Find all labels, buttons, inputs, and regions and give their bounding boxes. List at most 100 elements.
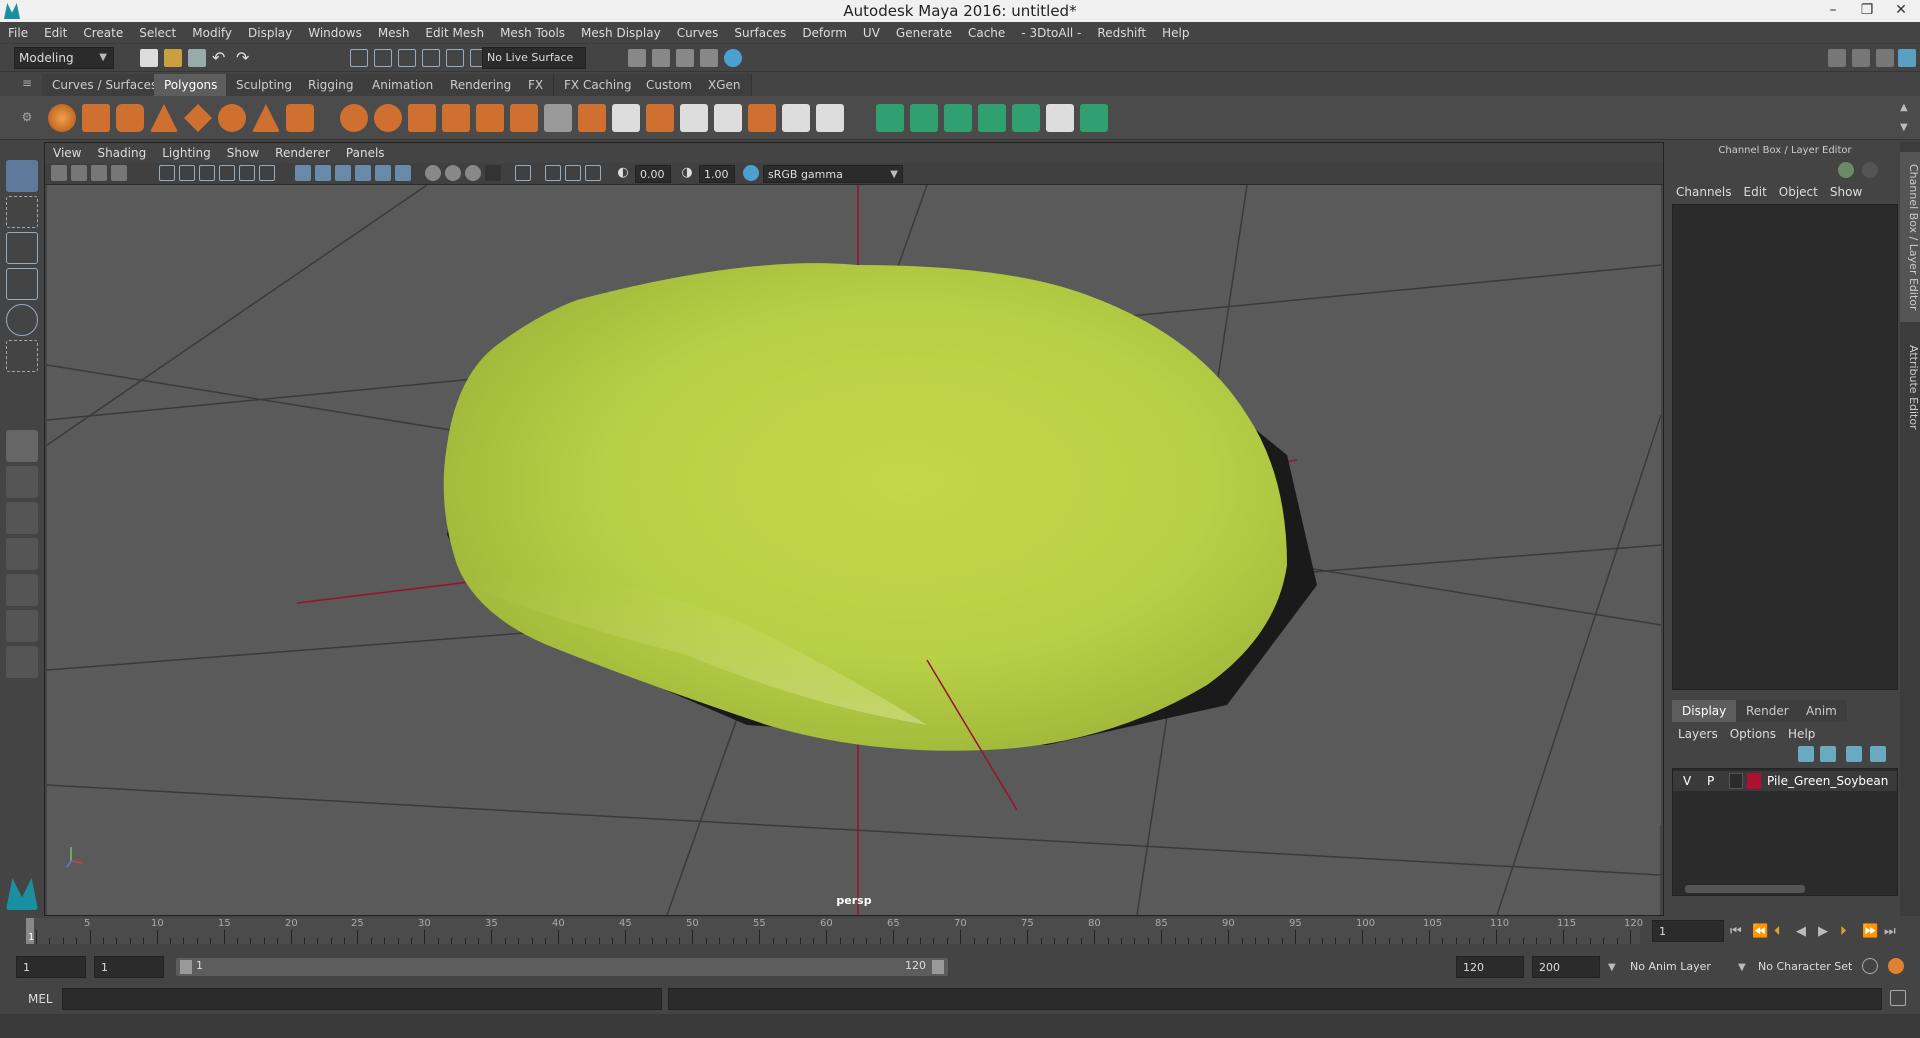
open-scene-icon[interactable]: [164, 49, 182, 67]
playback-start-field[interactable]: 1: [94, 956, 164, 978]
menu-cache[interactable]: Cache: [960, 22, 1013, 44]
chevron-down-icon[interactable]: ▼: [1738, 962, 1746, 973]
exposure-icon[interactable]: ◐: [615, 165, 631, 181]
layer-scrollbar[interactable]: [1685, 885, 1805, 893]
four-view-layout-icon[interactable]: [6, 466, 38, 498]
scale-tool-icon[interactable]: [6, 340, 38, 372]
anti-aliasing-icon[interactable]: [465, 165, 481, 181]
render-settings-icon[interactable]: [628, 49, 646, 67]
tab-anim[interactable]: Anim: [1796, 700, 1847, 722]
gamma-field[interactable]: 1.00: [699, 165, 735, 183]
film-gate-icon[interactable]: [179, 165, 195, 181]
viewport-menu-shading[interactable]: Shading: [89, 143, 154, 163]
modeling-toolkit-icon[interactable]: [1852, 49, 1870, 67]
automatic-uv-icon[interactable]: [978, 104, 1006, 132]
menu-mesh-display[interactable]: Mesh Display: [573, 22, 669, 44]
tab-fx[interactable]: FX: [518, 74, 555, 96]
script-editor-icon[interactable]: [1890, 990, 1906, 1006]
script-language-label[interactable]: MEL: [28, 992, 53, 1006]
range-start-handle[interactable]: [180, 960, 192, 974]
undo-icon[interactable]: ↶: [212, 49, 230, 67]
snap-grid-icon[interactable]: [422, 49, 440, 67]
poly-cylinder-icon[interactable]: [116, 104, 144, 132]
command-input[interactable]: [62, 988, 662, 1010]
layer-menu-help[interactable]: Help: [1782, 724, 1821, 744]
range-bar[interactable]: 1 120: [176, 958, 948, 976]
insert-edge-loop-icon[interactable]: [578, 104, 606, 132]
menu-3dtoall[interactable]: - 3DtoAll -: [1013, 22, 1089, 44]
move-layer-down-icon[interactable]: [1820, 746, 1836, 762]
planar-uv-icon[interactable]: [876, 104, 904, 132]
menu-deform[interactable]: Deform: [794, 22, 855, 44]
poly-cone-icon[interactable]: [150, 104, 178, 132]
paint-select-tool-icon[interactable]: [6, 232, 38, 264]
layer-name[interactable]: Pile_Green_Soybean: [1767, 771, 1888, 791]
menu-uv[interactable]: UV: [855, 22, 888, 44]
playback-end-field[interactable]: 120: [1456, 956, 1524, 978]
spherical-uv-icon[interactable]: [944, 104, 972, 132]
shelf-scroll-up-icon[interactable]: ▲: [1900, 102, 1908, 113]
wireframe-icon[interactable]: [295, 165, 311, 181]
layer-menu-options[interactable]: Options: [1724, 724, 1782, 744]
settings-icon[interactable]: [1862, 162, 1878, 178]
menu-edit-mesh[interactable]: Edit Mesh: [417, 22, 492, 44]
outliner-layout-icon[interactable]: [6, 610, 38, 642]
poly-plane-icon[interactable]: [184, 104, 212, 132]
motion-blur-icon[interactable]: [445, 165, 461, 181]
bevel-icon[interactable]: [476, 104, 504, 132]
tab-polygons[interactable]: Polygons: [154, 74, 229, 96]
green-soybean-mesh[interactable]: [443, 263, 1288, 751]
step-back-key-icon[interactable]: ⏴: [1774, 924, 1781, 939]
shelf-scroll-down-icon[interactable]: ▼: [1900, 122, 1908, 133]
channel-box-toggle-icon[interactable]: [1898, 49, 1916, 67]
boolean-icon[interactable]: [816, 104, 844, 132]
viewport-menu-panels[interactable]: Panels: [338, 143, 393, 163]
channel-menu-channels[interactable]: Channels: [1670, 182, 1738, 202]
go-to-start-icon[interactable]: ⏮: [1730, 924, 1742, 939]
restore-button[interactable]: ❐: [1852, 0, 1882, 22]
custom-layout-icon[interactable]: [6, 646, 38, 678]
lasso-tool-icon[interactable]: [6, 196, 38, 228]
3d-viewport-canvas[interactable]: persp: [47, 185, 1661, 915]
animation-end-field[interactable]: 200: [1532, 956, 1600, 978]
smooth-icon[interactable]: [408, 104, 436, 132]
lights-icon[interactable]: [375, 165, 391, 181]
menu-mesh[interactable]: Mesh: [370, 22, 418, 44]
poly-pipe-icon[interactable]: [286, 104, 314, 132]
color-management-icon[interactable]: [743, 165, 759, 181]
ambient-occlusion-icon[interactable]: [425, 165, 441, 181]
layer-row[interactable]: V P Pile_Green_Soybean: [1673, 771, 1897, 791]
separate-icon[interactable]: [374, 104, 402, 132]
shelf-menu-icon[interactable]: ≡: [20, 76, 34, 90]
select-object-icon[interactable]: [374, 49, 392, 67]
menu-file[interactable]: File: [0, 22, 36, 44]
select-hierarchy-icon[interactable]: [350, 49, 368, 67]
channel-menu-show[interactable]: Show: [1824, 182, 1868, 202]
play-backwards-icon[interactable]: ◀: [1796, 924, 1806, 939]
character-set-field[interactable]: No Character Set: [1752, 956, 1868, 978]
menu-display[interactable]: Display: [240, 22, 300, 44]
poly-cube-icon[interactable]: [82, 104, 110, 132]
merge-icon[interactable]: [646, 104, 674, 132]
extrude-icon[interactable]: [442, 104, 470, 132]
channel-list[interactable]: [1672, 204, 1898, 690]
move-tool-icon[interactable]: [6, 268, 38, 300]
menu-redshift[interactable]: Redshift: [1089, 22, 1154, 44]
menu-curves[interactable]: Curves: [669, 22, 727, 44]
depth-of-field-icon[interactable]: [485, 165, 501, 181]
bridge-icon[interactable]: [510, 104, 538, 132]
image-plane-icon[interactable]: [111, 165, 127, 181]
persp-outliner-layout-icon[interactable]: [6, 502, 38, 534]
cylindrical-uv-icon[interactable]: [910, 104, 938, 132]
mode-selector[interactable]: Modeling ▼: [14, 47, 114, 69]
layer-visibility-toggle[interactable]: V: [1683, 771, 1691, 791]
safe-action-icon[interactable]: [259, 165, 275, 181]
tab-rendering[interactable]: Rendering: [440, 74, 523, 96]
menu-generate[interactable]: Generate: [888, 22, 960, 44]
fill-hole-icon[interactable]: [782, 104, 810, 132]
attribute-editor-toggle-icon[interactable]: [1876, 49, 1894, 67]
offset-edge-loop-icon[interactable]: [612, 104, 640, 132]
rotate-tool-icon[interactable]: [6, 304, 38, 336]
tab-xgen[interactable]: XGen: [698, 74, 752, 96]
view-transform-dropdown[interactable]: sRGB gamma ▼: [763, 165, 903, 183]
